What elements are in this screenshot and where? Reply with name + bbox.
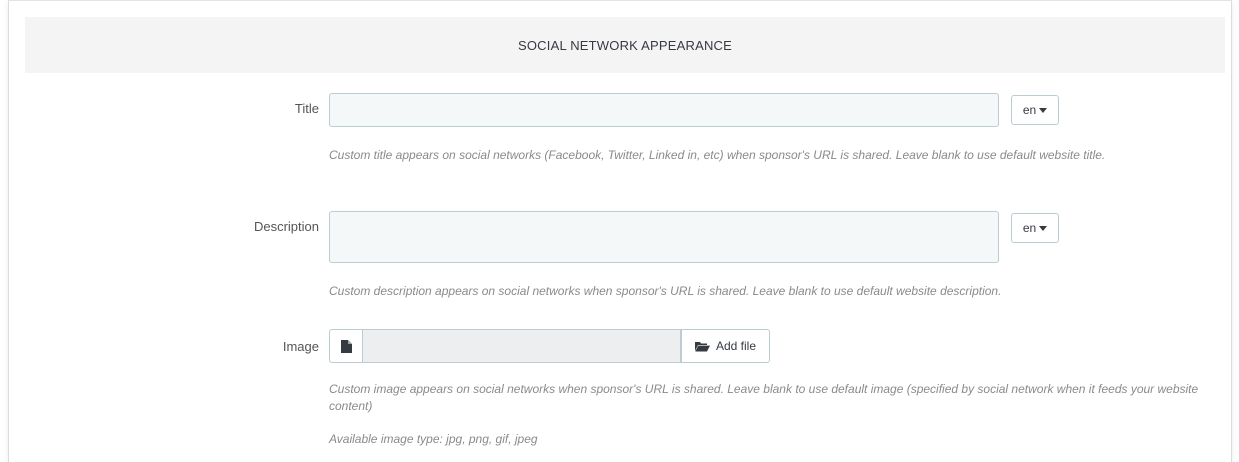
image-help-text: Custom image appears on social networks … [329, 382, 1199, 413]
file-icon [341, 339, 352, 353]
caret-down-icon [1039, 225, 1048, 231]
file-icon-addon [329, 329, 363, 363]
description-language-label: en [1022, 221, 1037, 235]
title-language-dropdown[interactable]: en [1011, 95, 1059, 125]
folder-open-icon [694, 341, 710, 351]
title-language-label: en [1022, 103, 1037, 117]
add-file-label: Add file [715, 339, 757, 353]
add-file-button[interactable]: Add file [681, 329, 770, 363]
description-textarea[interactable] [329, 211, 999, 263]
description-help-text: Custom description appears on social net… [329, 284, 1002, 298]
description-label: Description [253, 219, 319, 234]
social-network-panel: SOCIAL NETWORK APPEARANCE Title en Custo… [8, 0, 1232, 462]
section-title: SOCIAL NETWORK APPEARANCE [517, 37, 732, 53]
panel-header: SOCIAL NETWORK APPEARANCE [25, 17, 1225, 73]
description-language-dropdown[interactable]: en [1011, 213, 1059, 243]
image-file-field[interactable] [362, 329, 681, 363]
caret-down-icon [1039, 107, 1048, 113]
image-types-note: Available image type: jpg, png, gif, jpe… [329, 432, 538, 446]
title-help-text: Custom title appears on social networks … [329, 148, 1106, 162]
title-label: Title [294, 101, 319, 116]
title-input[interactable] [329, 93, 999, 127]
image-label: Image [282, 339, 319, 354]
